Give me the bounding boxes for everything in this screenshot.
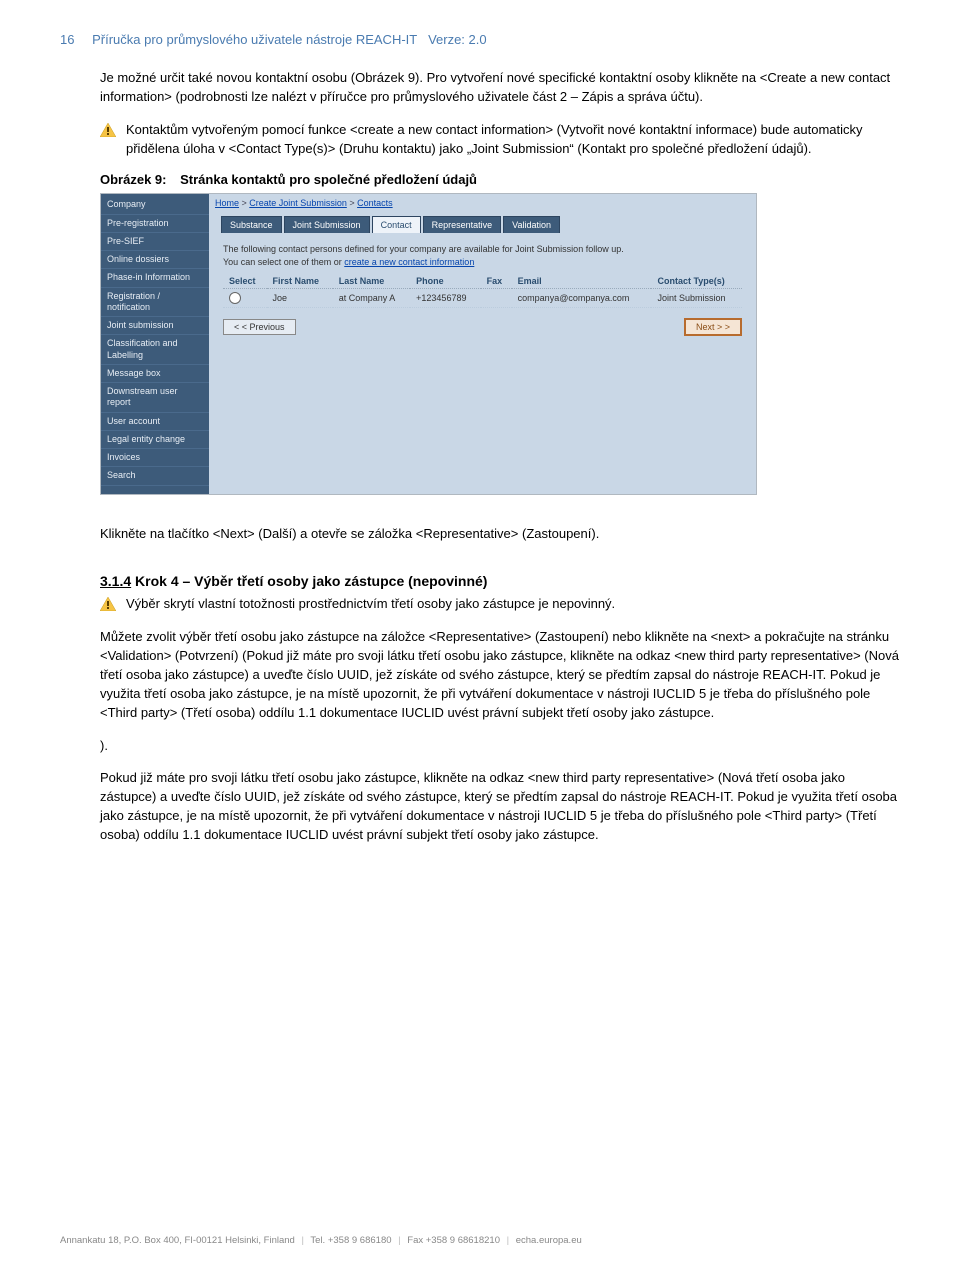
sidebar-item-joint-submission[interactable]: Joint submission (101, 317, 209, 335)
warning-text-2: Výběr skrytí vlastní totožnosti prostřed… (126, 596, 615, 611)
page-footer: Annankatu 18, P.O. Box 400, FI-00121 Hel… (60, 1235, 582, 1246)
doc-title: Příručka pro průmyslového uživatele nást… (92, 32, 417, 47)
section-number: 3.1.4 (100, 573, 131, 589)
footer-tel-label: Tel. (310, 1235, 325, 1246)
cell-email: companya@companya.com (512, 288, 652, 307)
col-phone: Phone (410, 274, 480, 289)
breadcrumb: Home > Create Joint Submission > Contact… (209, 194, 756, 212)
sidebar-item-company[interactable]: Company (101, 196, 209, 214)
tab-joint-submission[interactable]: Joint Submission (284, 216, 370, 233)
col-email: Email (512, 274, 652, 289)
sidebar-item-downstream[interactable]: Downstream user report (101, 383, 209, 413)
sidebar-item-registration[interactable]: Registration / notification (101, 288, 209, 318)
sidebar-item-message-box[interactable]: Message box (101, 365, 209, 383)
create-contact-link[interactable]: create a new contact information (344, 257, 474, 267)
cell-phone: +123456789 (410, 288, 480, 307)
screenshot-description: The following contact persons defined fo… (223, 243, 742, 267)
sidebar-item-online-dossiers[interactable]: Online dossiers (101, 251, 209, 269)
sidebar-item-legal-entity[interactable]: Legal entity change (101, 431, 209, 449)
tab-validation[interactable]: Validation (503, 216, 560, 233)
table-row: Joe at Company A +123456789 companya@com… (223, 288, 742, 307)
sidebar-item-invoices[interactable]: Invoices (101, 449, 209, 467)
footer-address: Annankatu 18, P.O. Box 400, FI-00121 Hel… (60, 1235, 295, 1246)
paragraph-2: Klikněte na tlačítko <Next> (Další) a ot… (100, 525, 900, 544)
sidebar: Company Pre-registration Pre-SIEF Online… (101, 194, 209, 493)
previous-button[interactable]: < < Previous (223, 319, 296, 335)
warning-text-1: Kontaktům vytvořeným pomocí funkce <crea… (126, 122, 863, 156)
page-number: 16 (60, 32, 74, 47)
footer-fax: +358 9 68618210 (426, 1235, 500, 1246)
sidebar-item-phasein[interactable]: Phase-in Information (101, 269, 209, 287)
tab-bar: Substance Joint Submission Contact Repre… (209, 212, 756, 233)
footer-tel: +358 9 686180 (328, 1235, 392, 1246)
embedded-screenshot: Company Pre-registration Pre-SIEF Online… (100, 193, 757, 494)
paragraph-3: Můžete zvolit výběr třetí osobu jako zás… (100, 628, 900, 722)
contacts-table: Select First Name Last Name Phone Fax Em… (223, 274, 742, 308)
paragraph-1: Je možné určit také novou kontaktní osob… (100, 69, 900, 107)
breadcrumb-contacts[interactable]: Contacts (357, 198, 393, 208)
sidebar-item-search[interactable]: Search (101, 467, 209, 485)
sidebar-item-user-account[interactable]: User account (101, 413, 209, 431)
warning-block-2: Výběr skrytí vlastní totožnosti prostřed… (100, 595, 900, 614)
next-button[interactable]: Next > > (684, 318, 742, 336)
sidebar-item-prereg[interactable]: Pre-registration (101, 215, 209, 233)
breadcrumb-create-js[interactable]: Create Joint Submission (249, 198, 347, 208)
cell-fax (481, 288, 512, 307)
contact-radio[interactable] (229, 292, 241, 304)
desc-line1: The following contact persons defined fo… (223, 244, 624, 254)
warning-icon (100, 123, 116, 137)
section-heading: 3.1.4 Krok 4 – Výběr třetí osoby jako zá… (100, 573, 900, 589)
tab-substance[interactable]: Substance (221, 216, 282, 233)
breadcrumb-home[interactable]: Home (215, 198, 239, 208)
warning-block-1: Kontaktům vytvořeným pomocí funkce <crea… (100, 121, 900, 159)
col-type: Contact Type(s) (651, 274, 742, 289)
footer-fax-label: Fax (407, 1235, 423, 1246)
col-first: First Name (267, 274, 333, 289)
figure-title: Stránka kontaktů pro společné předložení… (180, 172, 477, 187)
cell-last: at Company A (333, 288, 410, 307)
warning-icon (100, 597, 116, 611)
figure-label: Obrázek 9: (100, 172, 166, 187)
figure-caption: Obrázek 9: Stránka kontaktů pro společné… (100, 172, 900, 187)
section-title: Krok 4 – Výběr třetí osoby jako zástupce… (135, 573, 487, 589)
col-fax: Fax (481, 274, 512, 289)
desc-line2a: You can select one of them or (223, 257, 344, 267)
doc-version: Verze: 2.0 (428, 32, 487, 47)
footer-site: echa.europa.eu (516, 1235, 582, 1246)
col-select: Select (223, 274, 267, 289)
sidebar-item-presief[interactable]: Pre-SIEF (101, 233, 209, 251)
cell-type: Joint Submission (651, 288, 742, 307)
page-header: 16 Příručka pro průmyslového uživatele n… (60, 32, 900, 47)
sidebar-item-classification[interactable]: Classification and Labelling (101, 335, 209, 365)
cell-first[interactable]: Joe (273, 293, 288, 303)
col-last: Last Name (333, 274, 410, 289)
tab-contact[interactable]: Contact (372, 216, 421, 233)
paragraph-4: Pokud již máte pro svoji látku třetí oso… (100, 769, 900, 844)
tab-representative[interactable]: Representative (423, 216, 502, 233)
paragraph-3b: ). (100, 737, 900, 756)
